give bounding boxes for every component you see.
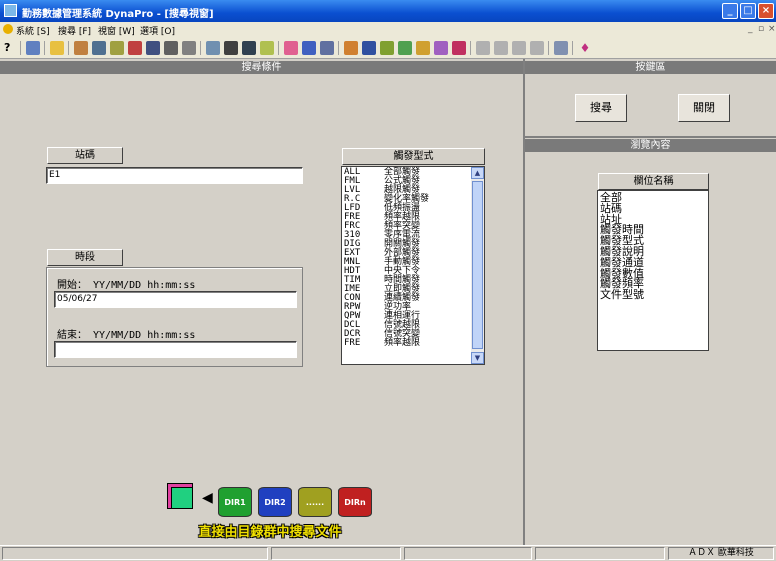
station-label: 站碼	[47, 147, 123, 164]
dir1-drum: DIR1	[218, 487, 252, 517]
trigger-type-list[interactable]: ALL 全部觸發 FML 公式觸發 LVL 越限觸發 R.C 變化率觸發 LFD 低頻振盪 FRE 頻…	[341, 166, 485, 365]
open-folder-icon[interactable]	[50, 41, 64, 55]
tool-icon[interactable]	[320, 41, 334, 55]
status-bar: ＡＤＸ 歐華科技	[0, 545, 776, 561]
menu-options[interactable]: 選項 [O]	[140, 24, 175, 37]
tool-icon[interactable]	[512, 41, 526, 55]
station-input[interactable]: E1	[46, 167, 303, 184]
company-label: ＡＤＸ 歐華科技	[668, 547, 774, 560]
scroll-up-icon[interactable]: ▲	[471, 167, 484, 179]
menu-system[interactable]: 系統 [S]	[16, 24, 50, 37]
scroll-thumb[interactable]	[472, 181, 483, 349]
tool-icon[interactable]	[398, 41, 412, 55]
tool-icon[interactable]	[242, 41, 256, 55]
child-restore-button[interactable]: ▫	[758, 24, 764, 34]
end-label: 結束： YY/MM/DD hh:mm:ss	[57, 330, 196, 341]
menu-window[interactable]: 視窗 [W]	[98, 24, 135, 37]
trigger-type-item[interactable]: FRE 頻率越限	[342, 339, 471, 348]
close-button[interactable]: ×	[758, 3, 774, 19]
status-pane-1	[2, 547, 268, 560]
trigger-list-scrollbar[interactable]: ▲ ▼	[471, 167, 484, 364]
scroll-down-icon[interactable]: ▼	[471, 352, 484, 364]
period-label: 時段	[47, 249, 123, 266]
save-icon[interactable]	[146, 41, 160, 55]
tool-icon[interactable]	[92, 41, 106, 55]
directory-search-caption: 直接由目錄群中搜尋文件	[198, 525, 342, 540]
trigger-text: 頻率越限	[384, 338, 421, 348]
dir2-drum: DIR2	[258, 487, 292, 517]
menu-bar: 系統 [S] 搜尋 [F] 視窗 [W] 選項 [O] _ ▫ ×	[0, 22, 776, 38]
panel-splitter[interactable]	[523, 59, 525, 545]
tool-icon[interactable]	[530, 41, 544, 55]
status-pane-2	[271, 547, 401, 560]
tool-icon[interactable]	[224, 41, 238, 55]
tool-icon[interactable]	[74, 41, 88, 55]
cut-icon[interactable]	[182, 41, 196, 55]
tool-icon[interactable]	[380, 41, 394, 55]
window-title: 勤務數據管理系統 DynaPro - [搜尋視窗]	[22, 9, 214, 20]
toolbar: ? ♦	[0, 38, 776, 59]
start-label: 開始： YY/MM/DD hh:mm:ss	[57, 280, 196, 291]
minimize-button[interactable]: _	[722, 3, 738, 19]
title-bar: 勤務數據管理系統 DynaPro - [搜尋視窗] _ □ ×	[0, 0, 776, 22]
tool-icon[interactable]	[434, 41, 448, 55]
start-time-input[interactable]: 05/06/27	[54, 291, 297, 308]
copy-icon[interactable]	[206, 41, 220, 55]
arrow-left-icon: ◀	[202, 490, 213, 506]
tool-icon[interactable]	[260, 41, 274, 55]
browse-content-header: 瀏覽內容	[525, 139, 776, 152]
tool-icon[interactable]	[128, 41, 142, 55]
tool-icon[interactable]	[302, 41, 316, 55]
menu-search[interactable]: 搜尋 [F]	[58, 24, 91, 37]
sound-icon[interactable]	[554, 41, 568, 55]
tool-icon[interactable]	[476, 41, 490, 55]
close-window-button[interactable]: 關閉	[678, 94, 730, 122]
help-icon[interactable]: ?	[4, 41, 18, 55]
status-pane-4	[535, 547, 665, 560]
search-criteria-header: 搜尋條件	[0, 61, 523, 74]
field-name-list[interactable]: 全部 站碼 站址 觸發時間 觸發型式 觸發說明 觸發通道 觸發數值 觸發頻率 文件型號	[597, 190, 709, 351]
diamond-icon[interactable]: ♦	[578, 41, 592, 55]
tool-icon[interactable]	[344, 41, 358, 55]
child-close-button[interactable]: ×	[768, 24, 776, 34]
tool-icon[interactable]	[284, 41, 298, 55]
tool-icon[interactable]	[452, 41, 466, 55]
app-menu-icon[interactable]	[3, 24, 13, 34]
end-time-input[interactable]	[54, 341, 297, 358]
tool-icon[interactable]	[494, 41, 508, 55]
directory-search-graphic[interactable]: ◀ DIR1 DIR2 ...... DIRn 直接由目錄群中搜尋文件	[160, 479, 380, 541]
dirn-drum: DIRn	[338, 487, 372, 517]
print-icon[interactable]	[164, 41, 178, 55]
app-icon	[4, 4, 17, 17]
tool-icon[interactable]	[26, 41, 40, 55]
dir-ellipsis-drum: ......	[298, 487, 332, 517]
tool-icon[interactable]	[416, 41, 430, 55]
field-name-item[interactable]: 文件型號	[598, 289, 708, 301]
status-pane-3	[404, 547, 532, 560]
search-window: 搜尋條件 按鍵區 站碼 E1 時段 開始： YY/MM/DD hh:mm:ss …	[0, 59, 776, 545]
child-minimize-button[interactable]: _	[748, 24, 753, 34]
search-button[interactable]: 搜尋	[575, 94, 627, 122]
field-name-label: 欄位名稱	[598, 173, 709, 190]
maximize-button[interactable]: □	[740, 3, 756, 19]
right-splitter	[525, 136, 776, 138]
period-group: 開始： YY/MM/DD hh:mm:ss 05/06/27 結束： YY/MM…	[46, 267, 303, 367]
tool-icon[interactable]	[110, 41, 124, 55]
trigger-code: FRE	[344, 338, 361, 348]
trigger-type-label: 觸發型式	[342, 148, 485, 165]
button-area-header: 按鍵區	[525, 61, 776, 74]
tool-icon[interactable]	[362, 41, 376, 55]
